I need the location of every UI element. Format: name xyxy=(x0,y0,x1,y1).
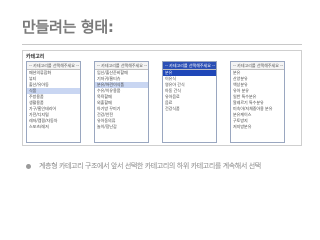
category-option[interactable]: 저지방분유 xyxy=(231,124,284,130)
category-column-2[interactable]: -- 카테고리를 선택해주세요 -- 임신/출산준비할때 기저귀/물티슈 분유/어린이… xyxy=(94,61,149,143)
category-option-list: 임신/출산준비할때 기저귀/물티슈 분유/어린이식품 수유/이유용품 목욕할때 외출할때 아… xyxy=(95,70,148,130)
title-divider xyxy=(22,44,302,45)
bullet-text: 계층형 카테고리 구조에서 앞서 선택한 카테고리의 하위 카테고리를 계속해서… xyxy=(39,162,261,170)
category-option-list: 패션의류잡화 뷰티 출산/유아동 식품 주방용품 생활용품 가구/홈인테리어 가전/디지털 레저… xyxy=(27,70,80,130)
category-column-1[interactable]: -- 카테고리를 선택해주세요 -- 패션의류잡화 뷰티 출산/유아동 식품 주방용품 생활… xyxy=(26,61,81,143)
category-label: 카테고리 xyxy=(26,54,45,60)
category-option-list: 분유 산양분유 액상분유 유아 분유 일반 특수분유 알레르기 특수분유 미숙아/저체중아용… xyxy=(231,70,284,130)
bullet-item: 계층형 카테고리 구조에서 앞서 선택한 카테고리의 하위 카테고리를 계속해서… xyxy=(26,161,261,171)
category-option[interactable]: 스포츠/레저 xyxy=(27,124,80,130)
category-select-header[interactable]: -- 카테고리를 선택해주세요 -- xyxy=(95,62,148,70)
category-option[interactable]: 놀이/장난감 xyxy=(95,124,148,130)
category-option-list: 분유 이유식 영유아 간식 아동 간식 유아음료 음료 건강식품 xyxy=(163,70,216,112)
category-selector-screenshot: 카테고리 -- 카테고리를 선택해주세요 -- 패션의류잡화 뷰티 출산/유아동 식품 주… xyxy=(22,50,302,146)
bullet-dot-icon xyxy=(26,163,31,169)
category-column-3[interactable]: -- 카테고리를 선택해주세요 -- 분유 이유식 영유아 간식 아동 간식 유아음료 음료… xyxy=(162,61,217,143)
category-column-4[interactable]: -- 카테고리를 선택해주세요 -- 분유 산양분유 액상분유 유아 분유 일반 특수분유… xyxy=(230,61,285,143)
slide-title: 만들려는 형태: xyxy=(22,18,114,36)
category-select-header[interactable]: -- 카테고리를 선택해주세요 -- xyxy=(231,62,284,70)
category-columns: -- 카테고리를 선택해주세요 -- 패션의류잡화 뷰티 출산/유아동 식품 주방용품 생활… xyxy=(26,61,285,143)
category-option[interactable]: 건강식품 xyxy=(163,106,216,112)
category-select-header[interactable]: -- 카테고리를 선택해주세요 -- xyxy=(27,62,80,70)
category-select-header[interactable]: -- 카테고리를 선택해주세요 -- xyxy=(163,62,216,70)
